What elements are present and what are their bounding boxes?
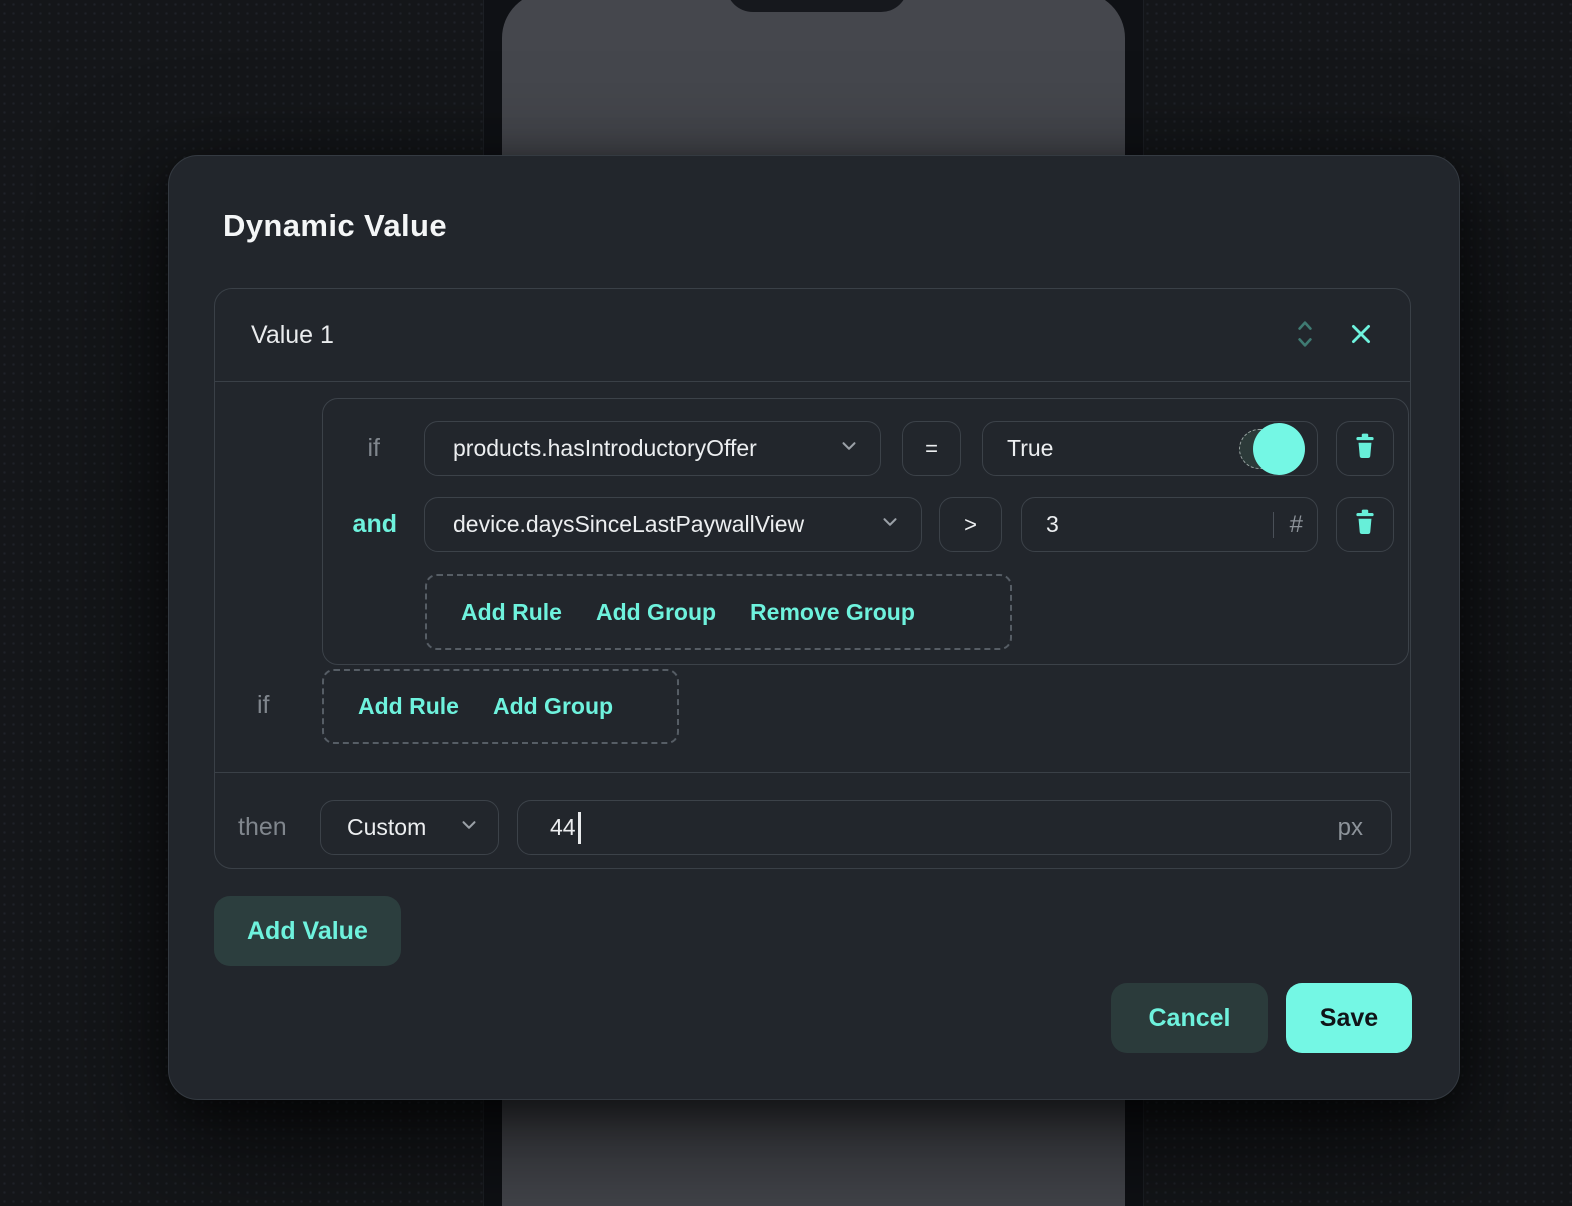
- boolean-toggle[interactable]: [1239, 429, 1303, 469]
- close-icon: [1348, 321, 1374, 350]
- trash-icon: [1352, 432, 1378, 466]
- outer-if-label: if: [257, 691, 270, 720]
- value-card-header: Value 1: [215, 289, 1410, 382]
- text-caret: [578, 812, 581, 844]
- reorder-value-button[interactable]: [1292, 317, 1318, 354]
- group-actions-box: Add Rule Add Group Remove Group: [425, 574, 1012, 650]
- then-separator: [215, 772, 1410, 773]
- add-rule-button[interactable]: Add Rule: [461, 599, 562, 626]
- modal-footer: Cancel Save: [1111, 983, 1412, 1053]
- cancel-button[interactable]: Cancel: [1111, 983, 1268, 1053]
- value-card: Value 1: [214, 288, 1411, 869]
- add-rule-button[interactable]: Add Rule: [358, 693, 459, 720]
- rule-field-value: device.daysSinceLastPaywallView: [453, 511, 804, 538]
- rule-row: and device.daysSinceLastPaywallView >: [323, 497, 1394, 552]
- remove-group-button[interactable]: Remove Group: [750, 599, 915, 626]
- outer-actions-box: Add Rule Add Group: [322, 669, 679, 744]
- trash-icon: [1352, 508, 1378, 542]
- add-group-button[interactable]: Add Group: [596, 599, 716, 626]
- unit-divider: [1273, 512, 1274, 538]
- rule-field-dropdown[interactable]: products.hasIntroductoryOffer: [424, 421, 881, 476]
- then-type-select[interactable]: Custom: [320, 800, 499, 855]
- condition-group: if products.hasIntroductoryOffer = Tru: [322, 398, 1409, 665]
- delete-rule-button[interactable]: [1336, 421, 1394, 476]
- then-value-text: 44: [550, 814, 576, 841]
- px-unit-label: px: [1338, 814, 1363, 842]
- save-button[interactable]: Save: [1286, 983, 1412, 1053]
- rule-value-text: 3: [1046, 511, 1265, 538]
- add-group-button[interactable]: Add Group: [493, 693, 613, 720]
- dynamic-value-modal: Dynamic Value Value 1: [168, 155, 1460, 1100]
- dynamic-island: [726, 0, 908, 12]
- value-card-title: Value 1: [251, 321, 334, 350]
- remove-value-button[interactable]: [1348, 321, 1374, 350]
- rule-value-field[interactable]: 3 #: [1021, 497, 1318, 552]
- rule-field-dropdown[interactable]: device.daysSinceLastPaywallView: [424, 497, 922, 552]
- rule-prefix-label: and: [323, 510, 397, 539]
- chevron-down-icon: [838, 435, 860, 463]
- rule-field-value: products.hasIntroductoryOffer: [453, 435, 757, 462]
- chevron-down-icon: [458, 814, 480, 842]
- delete-rule-button[interactable]: [1336, 497, 1394, 552]
- rule-operator-button[interactable]: >: [939, 497, 1002, 552]
- rule-row: if products.hasIntroductoryOffer = Tru: [323, 421, 1394, 476]
- rule-operator-button[interactable]: =: [902, 421, 961, 476]
- rule-value-field[interactable]: True: [982, 421, 1318, 476]
- add-value-button[interactable]: Add Value: [214, 896, 401, 966]
- then-type-value: Custom: [347, 814, 426, 841]
- canvas: Try for free! Text Dynamic Value Value 1: [0, 0, 1572, 1206]
- modal-title: Dynamic Value: [223, 208, 447, 244]
- rules-area: if if products.hasIntroductoryOffer: [215, 382, 1410, 772]
- then-value-input[interactable]: 44 px: [517, 800, 1392, 855]
- rule-prefix-label: if: [323, 434, 380, 463]
- toggle-knob: [1253, 423, 1305, 475]
- number-type-icon: #: [1290, 511, 1303, 539]
- rule-value-text: True: [1007, 435, 1239, 462]
- chevron-down-icon: [879, 511, 901, 539]
- sort-chevrons-icon: [1292, 317, 1318, 354]
- then-label: then: [238, 813, 287, 842]
